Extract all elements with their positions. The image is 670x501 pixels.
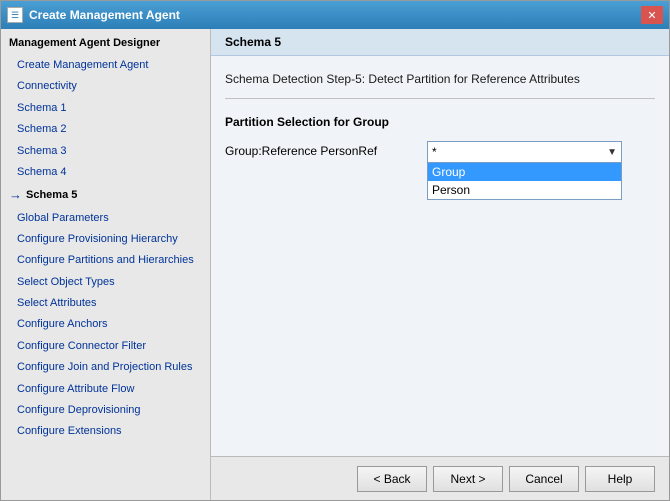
dropdown-select[interactable]: * ▼ [427, 141, 622, 163]
dropdown-container: * ▼ Group Person [427, 141, 622, 163]
sidebar-item-provisioning-hierarchy[interactable]: Configure Provisioning Hierarchy [1, 229, 210, 250]
main-content: Schema Detection Step-5: Detect Partitio… [211, 56, 669, 456]
app-icon: ☰ [7, 7, 23, 23]
close-button[interactable]: ✕ [641, 6, 663, 24]
sidebar-item-connectivity[interactable]: Connectivity [1, 76, 210, 97]
sidebar-item-schema1[interactable]: Schema 1 [1, 98, 210, 119]
next-button[interactable]: Next > [433, 466, 503, 492]
sidebar-item-partitions-hierarchies[interactable]: Configure Partitions and Hierarchies [1, 250, 210, 271]
sidebar-item-schema5[interactable]: → Schema 5 [1, 183, 210, 207]
sidebar-item-configure-anchors[interactable]: Configure Anchors [1, 314, 210, 335]
dropdown-option-group[interactable]: Group [428, 163, 621, 181]
main-panel: Schema 5 Schema Detection Step-5: Detect… [211, 29, 669, 500]
sidebar-item-extensions[interactable]: Configure Extensions [1, 421, 210, 442]
title-bar-buttons: ✕ [641, 6, 663, 24]
title-bar: ☰ Create Management Agent ✕ [1, 1, 669, 29]
main-header: Schema 5 [211, 29, 669, 56]
partition-title: Partition Selection for Group [225, 115, 655, 129]
dropdown-arrow-icon: ▼ [607, 147, 617, 158]
sidebar-item-join-projection[interactable]: Configure Join and Projection Rules [1, 357, 210, 378]
dropdown-list: Group Person [427, 163, 622, 200]
sidebar-item-schema4[interactable]: Schema 4 [1, 162, 210, 183]
sidebar-item-global-params[interactable]: Global Parameters [1, 208, 210, 229]
footer-buttons: < Back Next > Cancel Help [211, 456, 669, 500]
dropdown-value: * [432, 145, 437, 159]
field-row: Group:Reference PersonRef * ▼ Group [225, 141, 655, 163]
sidebar-item-select-attributes[interactable]: Select Attributes [1, 293, 210, 314]
sidebar-item-connector-filter[interactable]: Configure Connector Filter [1, 336, 210, 357]
title-bar-left: ☰ Create Management Agent [7, 7, 180, 23]
cancel-button[interactable]: Cancel [509, 466, 579, 492]
active-arrow-icon: → [9, 186, 22, 204]
partition-section: Partition Selection for Group Group:Refe… [225, 115, 655, 163]
detection-step-label: Schema Detection Step-5: Detect Partitio… [225, 72, 655, 99]
sidebar-item-select-object-types[interactable]: Select Object Types [1, 272, 210, 293]
window-title: Create Management Agent [29, 8, 180, 22]
sidebar-item-create-ma[interactable]: Create Management Agent [1, 55, 210, 76]
sidebar: Management Agent Designer Create Managem… [1, 29, 211, 500]
sidebar-item-schema2[interactable]: Schema 2 [1, 119, 210, 140]
sidebar-item-schema3[interactable]: Schema 3 [1, 141, 210, 162]
back-button[interactable]: < Back [357, 466, 427, 492]
dropdown-option-person[interactable]: Person [428, 181, 621, 199]
content-area: Management Agent Designer Create Managem… [1, 29, 669, 500]
sidebar-item-attribute-flow[interactable]: Configure Attribute Flow [1, 379, 210, 400]
field-label: Group:Reference PersonRef [225, 141, 415, 158]
sidebar-header: Management Agent Designer [1, 33, 210, 55]
help-button[interactable]: Help [585, 466, 655, 492]
sidebar-item-deprovisioning[interactable]: Configure Deprovisioning [1, 400, 210, 421]
main-window: ☰ Create Management Agent ✕ Management A… [0, 0, 670, 501]
